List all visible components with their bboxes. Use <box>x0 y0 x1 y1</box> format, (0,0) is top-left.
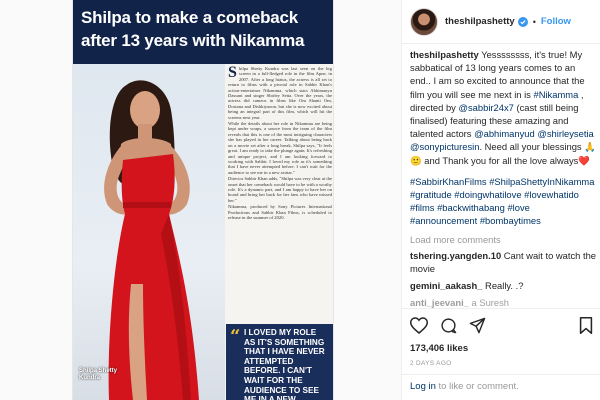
mention-link[interactable]: @sabbir24x7 <box>458 102 513 113</box>
article-dropcap: S <box>228 64 237 81</box>
header-username[interactable]: theshilpashetty <box>445 16 515 27</box>
verified-badge-icon <box>517 16 528 27</box>
login-prompt-text: to like or comment. <box>435 381 519 392</box>
mention-link[interactable]: @shirleysetia <box>537 128 593 139</box>
login-prompt: Log in to like or comment. <box>402 374 600 400</box>
headline-line-1: Shilpa to make a comeback <box>81 8 299 27</box>
pull-quote-text: I LOVED MY ROLE AS IT'S SOMETHING THAT I… <box>244 328 325 400</box>
login-link[interactable]: Log in <box>410 381 436 392</box>
action-icons <box>410 315 593 335</box>
load-more-comments-button[interactable]: Load more comments <box>410 234 596 245</box>
post-timestamp: 2 DAYS AGO <box>410 360 452 367</box>
comments-section[interactable]: theshilpashetty Yessssssss, it's true! M… <box>410 48 596 308</box>
post-header: theshilpashetty • Follow <box>402 0 600 44</box>
article-paragraph: Director Sabbir Khan adds, "Shilpa was v… <box>228 176 332 203</box>
follow-button[interactable]: Follow <box>541 16 571 27</box>
hashtag-link[interactable]: #Nikamma <box>533 89 578 100</box>
likes-count[interactable]: 173,406 likes <box>410 343 593 354</box>
post-side-panel: theshilpashetty • Follow theshilpashetty… <box>401 0 600 400</box>
comment-text: a Suresh <box>468 297 510 308</box>
comment-item: gemini_aakash_ Really. .? <box>410 279 596 292</box>
comment-text: Really. .? <box>482 280 524 292</box>
post-caption: theshilpashetty Yessssssss, it's true! M… <box>410 48 596 228</box>
caption-username[interactable]: theshilpashetty <box>410 49 479 60</box>
post-actions: 173,406 likes 2 DAYS AGO <box>402 308 600 378</box>
comment-item: anti_jeevani_ a Suresh <box>410 296 596 308</box>
newspaper-clipping: Shilpa to make a comeback after 13 years… <box>72 0 334 400</box>
like-heart-icon[interactable] <box>410 316 428 334</box>
bookmark-icon[interactable] <box>579 316 593 334</box>
share-icon[interactable] <box>469 317 486 334</box>
clipping-headline: Shilpa to make a comeback after 13 years… <box>73 0 333 64</box>
avatar[interactable] <box>410 7 438 36</box>
comment-username[interactable]: tshering.yangden.10 <box>410 250 501 261</box>
comment-username[interactable]: gemini_aakash_ <box>410 280 482 291</box>
post-image-area[interactable]: Shilpa to make a comeback after 13 years… <box>0 0 401 400</box>
comment-username[interactable]: anti_jeevani_ <box>410 297 469 308</box>
actress-photo: Shilpa Shetty Kundra <box>73 64 225 400</box>
article-body: Shilpa Shetty Kundra was last seen on th… <box>228 64 332 221</box>
comment-item: tshering.yangden.10 Cant wait to watch t… <box>410 249 596 275</box>
instagram-post: Shilpa to make a comeback after 13 years… <box>0 0 600 400</box>
comment-bubble-icon[interactable] <box>440 317 457 334</box>
article-paragraph: Shilpa Shetty Kundra was last seen on th… <box>228 64 332 120</box>
article-paragraph: While the details about her role in Nika… <box>228 121 332 175</box>
article-paragraph-text: hilpa Shetty Kundra was last seen on the… <box>228 66 332 120</box>
quote-mark-icon: “ <box>230 326 241 347</box>
photo-caption: Shilpa Shetty Kundra <box>79 368 118 381</box>
caption-hashtags[interactable]: #SabbirKhanFilms #ShilpaShettyInNikamma … <box>410 175 596 228</box>
actress-illustration <box>104 80 199 400</box>
headline-line-2: after 13 years with Nikamma <box>81 31 305 50</box>
article-paragraph: Nikamma, produced by Sony Pictures Inter… <box>228 204 332 220</box>
mention-link[interactable]: @sonypicturesin <box>410 141 479 152</box>
mention-link[interactable]: @abhimanyud <box>474 128 535 139</box>
pull-quote: “ I LOVED MY ROLE AS IT'S SOMETHING THAT… <box>226 324 333 400</box>
header-separator: • <box>532 16 536 27</box>
